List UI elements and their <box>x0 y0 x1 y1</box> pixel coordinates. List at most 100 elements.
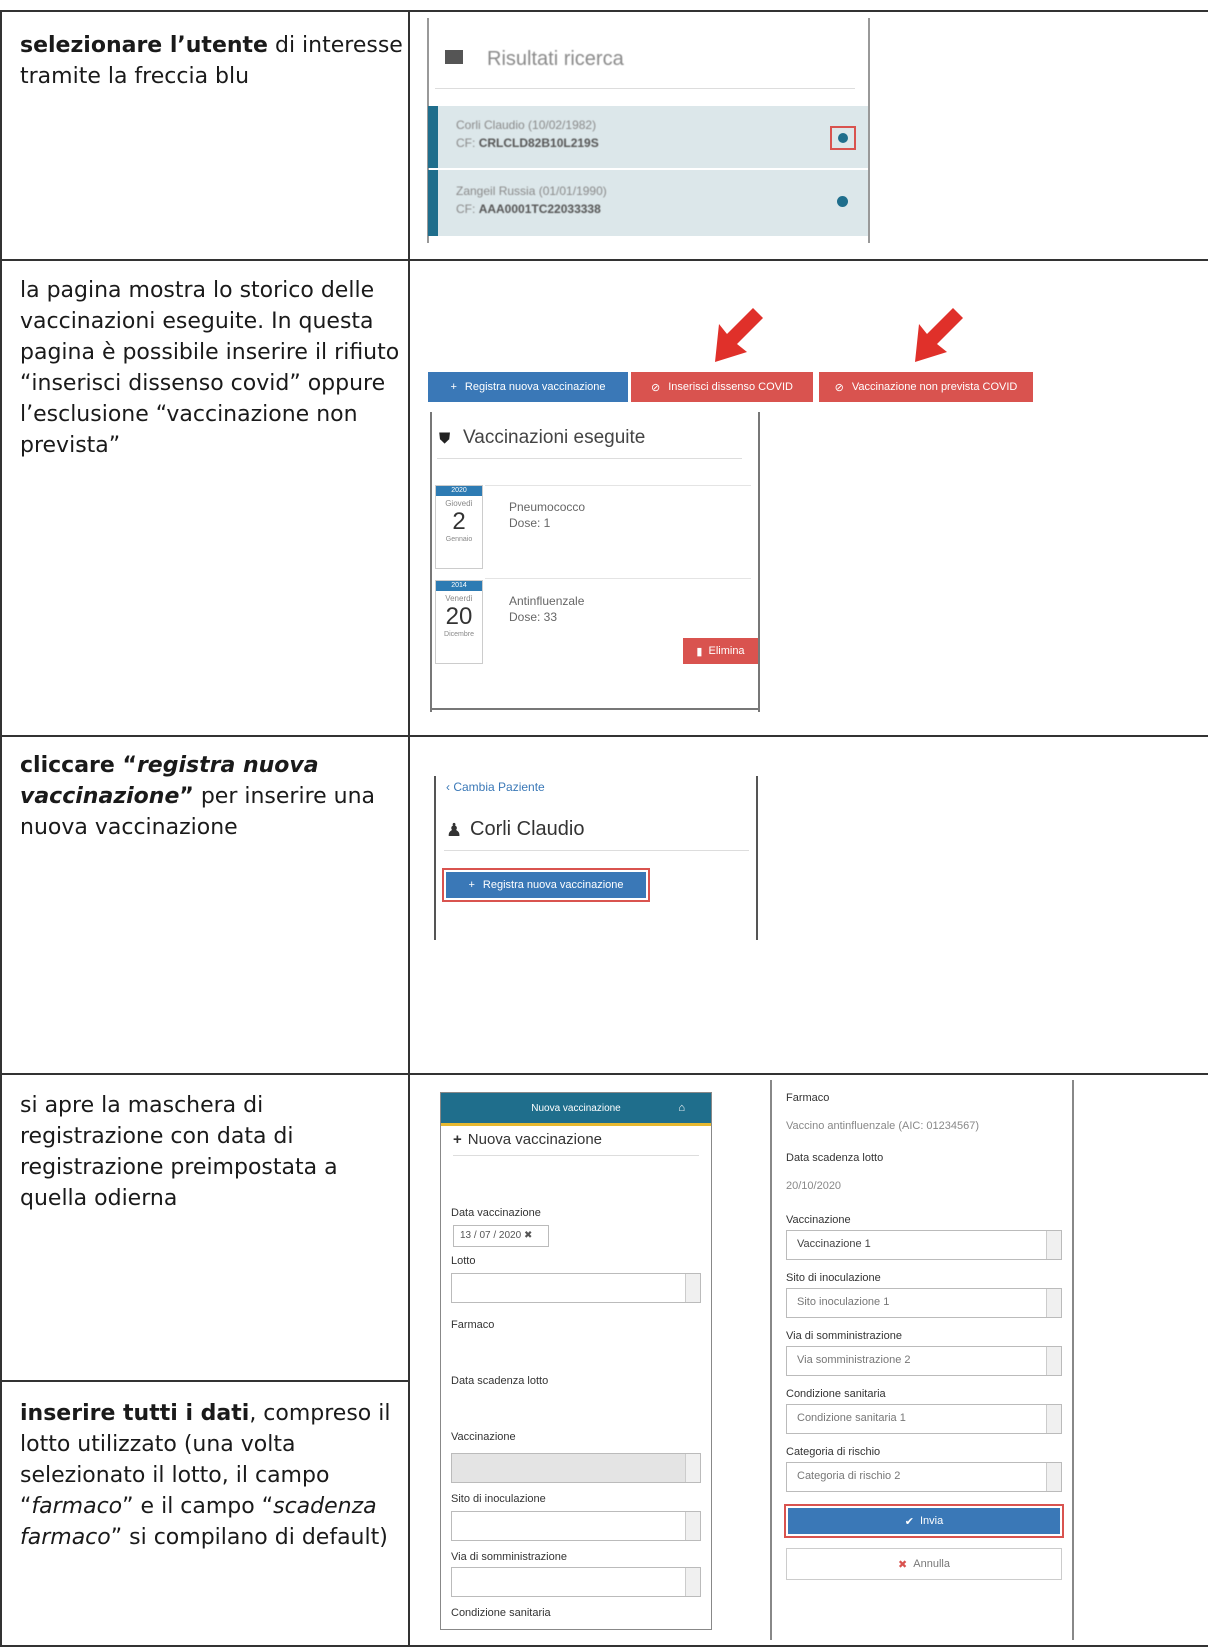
cf-value: CRLCLD82B10L219S <box>478 136 599 150</box>
button-label: Annulla <box>913 1558 950 1570</box>
date-weekday: Giovedì <box>445 499 473 508</box>
form-title-row: + Nuova vaccinazione <box>453 1131 602 1148</box>
site-select[interactable] <box>451 1511 701 1541</box>
divider <box>485 485 751 486</box>
ban-icon: ⊘ <box>834 381 844 394</box>
date-month: Dicembre <box>444 631 474 638</box>
arrow-down-left-icon <box>715 308 763 362</box>
row-divider <box>0 735 1208 737</box>
site-label: Sito di inoculazione <box>451 1493 546 1505</box>
expiry-value: 20/10/2020 <box>786 1180 842 1192</box>
panel-border <box>434 776 436 940</box>
row-divider <box>0 1073 1208 1075</box>
text-segment: si apre la maschera di registrazione con… <box>20 1093 338 1211</box>
site-label: Sito di inoculazione <box>786 1272 881 1284</box>
vaccine-dose: Dose: 33 <box>509 610 558 624</box>
vaccination-not-planned-covid-button[interactable]: ⊘ Vaccinazione non prevista COVID <box>819 372 1033 402</box>
risk-label: Categoria di rischio <box>786 1446 881 1458</box>
text-segment: selezionare l’utente <box>20 33 268 58</box>
register-vaccination-button[interactable]: + Registra nuova vaccinazione <box>428 372 628 402</box>
check-icon: ✔ <box>904 1515 914 1528</box>
row-divider <box>0 259 1208 261</box>
date-value: 13 / 07 / 2020 <box>460 1230 522 1241</box>
arrow-circle-icon <box>838 133 848 143</box>
table-border <box>0 10 1208 12</box>
divider <box>437 458 742 459</box>
submit-button[interactable]: ✔ Invia <box>788 1508 1060 1534</box>
shield-icon: ⛊ <box>439 430 451 447</box>
instruction-text: selezionare l’utente di interesse tramit… <box>20 30 410 92</box>
select-arrow-button[interactable] <box>830 126 856 150</box>
date-year: 2020 <box>436 486 482 496</box>
plus-icon: + <box>450 381 457 393</box>
text-segment: ” e il campo “ <box>122 1494 274 1519</box>
divider <box>435 88 855 89</box>
site-select[interactable]: Sito inoculazione 1 <box>786 1288 1062 1318</box>
date-month: Gennaio <box>445 536 473 543</box>
date-day: 2 <box>452 508 466 535</box>
instruction-text: si apre la maschera di registrazione con… <box>20 1090 410 1214</box>
arrow-circle-icon[interactable] <box>837 196 848 207</box>
section-title: Vaccinazioni eseguite <box>463 427 646 448</box>
result-row[interactable]: Zangeil Russia (01/01/1990) CF: AAA0001T… <box>428 170 868 236</box>
plus-icon: + <box>453 1131 462 1148</box>
clear-icon[interactable]: ✖ <box>524 1230 532 1241</box>
route-select[interactable] <box>451 1567 701 1597</box>
text-segment: farmaco <box>31 1494 123 1519</box>
chevron-down-icon <box>1046 1289 1061 1317</box>
drug-label: Farmaco <box>786 1092 830 1104</box>
cf-value: AAA0001TC22033338 <box>478 202 601 216</box>
chevron-down-icon <box>1046 1463 1061 1491</box>
panel-border <box>430 708 760 710</box>
selected-value: Categoria di rischio 2 <box>797 1470 901 1482</box>
submit-highlight: ✔ Invia <box>784 1504 1064 1538</box>
patient-name: Corli Claudio <box>470 818 585 840</box>
condition-select[interactable]: Condizione sanitaria 1 <box>786 1404 1062 1434</box>
date-badge: 2020 Giovedì 2 Gennaio <box>435 485 483 569</box>
text-segment: ” <box>179 784 194 809</box>
document-page: selezionare l’utente di interesse tramit… <box>0 0 1208 1647</box>
text-segment: inserire tutti i dati <box>20 1401 250 1426</box>
screenshot-filled-form: Farmaco Vaccino antinfluenzale (AIC: 012… <box>770 1080 1080 1640</box>
risk-select[interactable]: Categoria di rischio 2 <box>786 1462 1062 1492</box>
divider <box>485 578 751 579</box>
vaccine-dose: Dose: 1 <box>509 516 551 530</box>
lot-select[interactable] <box>451 1273 701 1303</box>
selected-value: Condizione sanitaria 1 <box>797 1412 906 1424</box>
panel-border <box>430 412 432 712</box>
route-label: Via di somministrazione <box>786 1330 902 1342</box>
vaccination-select[interactable] <box>451 1453 701 1483</box>
plus-icon: + <box>468 879 475 891</box>
vaccine-name: Pneumococco <box>509 500 586 514</box>
insert-dissent-covid-button[interactable]: ⊘ Inserisci dissenso COVID <box>631 372 813 402</box>
date-badge: 2014 Venerdì 20 Dicembre <box>435 580 483 664</box>
close-icon: ✖ <box>898 1558 908 1571</box>
selected-value: Via somministrazione 2 <box>797 1354 911 1366</box>
cancel-button[interactable]: ✖ Annulla <box>786 1548 1062 1580</box>
selected-value: Vaccinazione 1 <box>797 1238 871 1250</box>
vaccination-select[interactable]: Vaccinazione 1 <box>786 1230 1062 1260</box>
chevron-down-icon <box>685 1568 700 1596</box>
result-name: Zangeil Russia (01/01/1990) <box>456 184 607 198</box>
route-select[interactable]: Via somministrazione 2 <box>786 1346 1062 1376</box>
divider <box>453 1155 699 1156</box>
chevron-down-icon <box>685 1274 700 1302</box>
chevron-down-icon <box>685 1512 700 1540</box>
expiry-label: Data scadenza lotto <box>786 1152 884 1164</box>
date-input[interactable]: 13 / 07 / 2020 ✖ <box>453 1225 549 1247</box>
text-segment: ” si compilano di default) <box>110 1525 388 1550</box>
panel-border <box>1072 1080 1074 1640</box>
panel-border <box>756 776 758 940</box>
screenshot-new-vaccination-form: Nuova vaccinazione ⌂ + Nuova vaccinazione… <box>440 1092 712 1630</box>
instruction-text: inserire tutti i dati, compreso il lotto… <box>20 1398 410 1553</box>
home-icon[interactable]: ⌂ <box>678 1102 685 1114</box>
delete-button[interactable]: ▮ Elimina <box>683 638 758 664</box>
condition-label: Condizione sanitaria <box>451 1607 551 1619</box>
button-label: Inserisci dissenso COVID <box>668 381 793 393</box>
date-day: 20 <box>445 603 473 630</box>
cf-label: CF: <box>456 202 476 216</box>
back-link[interactable]: ‹ Cambia Paziente <box>446 780 545 794</box>
result-row[interactable]: Corli Claudio (10/02/1982) CF: CRLCLD82B… <box>428 106 868 168</box>
register-vaccination-button[interactable]: + Registra nuova vaccinazione <box>446 872 646 898</box>
button-label: Registra nuova vaccinazione <box>482 879 624 891</box>
